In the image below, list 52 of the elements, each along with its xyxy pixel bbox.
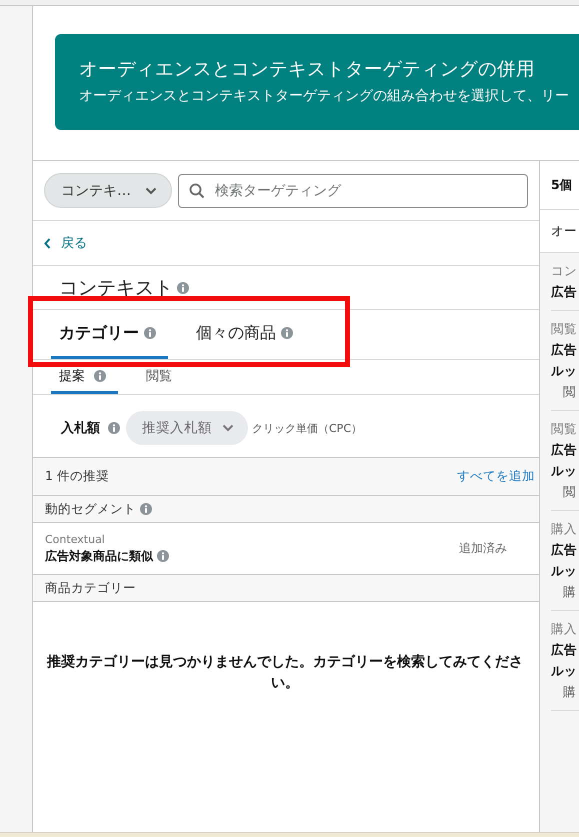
chevron-left-icon (44, 238, 51, 248)
suggestion-count: 1 件の推奨 (45, 468, 109, 485)
item-name: 広告対象商品に類似 (45, 548, 153, 564)
search-field[interactable]: 検索ターゲティング (178, 174, 528, 208)
info-icon (140, 503, 152, 515)
add-all-link[interactable]: すべてを追加 (457, 468, 535, 485)
bid-label: 入札額 (61, 420, 100, 437)
group-header: 商品カテゴリー (45, 580, 136, 596)
banner-text: オーディエンスとコンテキストターゲティングの組み合わせを選択して、リー (79, 87, 569, 105)
summary-item-title: 広告 (551, 284, 578, 301)
item-status: 追加済み (459, 540, 507, 557)
summary-item-label: 購入 (551, 521, 578, 538)
bid-unit: クリック単価（CPC） (252, 420, 362, 436)
summary-item-label: 閲覧 (551, 421, 578, 438)
item-category: Contextual (45, 532, 106, 546)
summary-item-detail: 閲 (562, 384, 577, 401)
info-icon (177, 282, 189, 294)
search-icon (189, 182, 205, 198)
summary-item-title: ルッ (551, 663, 578, 680)
summary-item-label: 購入 (551, 621, 578, 638)
tab[interactable]: 個々の商品 (188, 310, 305, 359)
summary-item-title: 広告 (551, 542, 578, 559)
chevron-down-icon (222, 424, 234, 432)
summary-item-title: 広告 (551, 442, 578, 459)
summary-title: 5個 (551, 176, 573, 194)
summary-item-title: ルッ (551, 563, 578, 580)
section-title: コンテキスト (59, 276, 173, 300)
targeting-type-dropdown[interactable]: コンテキ… (44, 173, 172, 208)
info-icon (157, 550, 169, 562)
info-icon (108, 422, 120, 434)
banner-title: オーディエンスとコンテキストターゲティングの併用 (79, 58, 535, 81)
summary-item-title: ルッ (551, 363, 578, 380)
summary-item-detail: 購 (562, 684, 577, 701)
summary-item-detail: 閲 (562, 484, 577, 501)
chevron-down-icon (145, 186, 157, 194)
summary-item-label: 閲覧 (551, 321, 578, 338)
sub-tab[interactable]: 閲覧 (138, 360, 184, 394)
bid-dropdown[interactable]: 推奨入札額 (126, 411, 248, 445)
group-header: 動的セグメント (45, 500, 136, 518)
empty-message: 推奨カテゴリーは見つかりませんでした。カテゴリーを検索してみてください。 (46, 653, 524, 693)
sub-tab[interactable]: 提案 (51, 360, 118, 394)
summary-item-title: 広告 (551, 642, 578, 659)
summary-item-title: ルッ (551, 463, 578, 480)
summary-item-detail: 購 (562, 584, 577, 601)
info-icon (144, 327, 156, 339)
back-link[interactable]: 戻る (44, 234, 87, 252)
summary-item-label: コン (551, 263, 578, 280)
info-icon (94, 370, 106, 382)
summary-item-title: 広告 (551, 342, 578, 359)
summary-row: オー (551, 222, 577, 240)
tab[interactable]: カテゴリー (51, 310, 168, 359)
info-icon (281, 327, 293, 339)
